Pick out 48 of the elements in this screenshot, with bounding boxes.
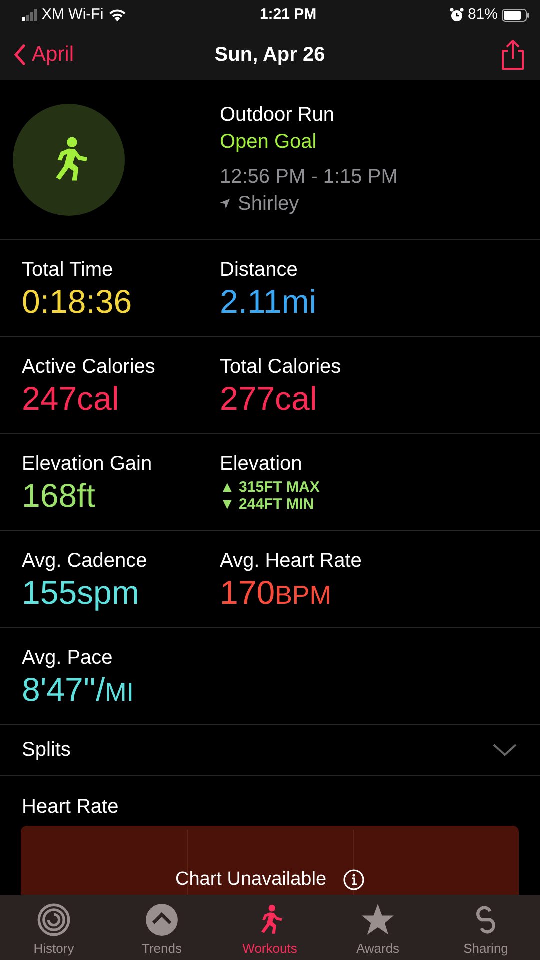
back-button[interactable]: April bbox=[14, 39, 74, 71]
battery-percent: 81% bbox=[468, 4, 498, 25]
time-range: 12:56 PM - 1:15 PM bbox=[220, 164, 398, 190]
elevation-reading: ▼ 244FT MIN bbox=[220, 496, 316, 513]
metric-value: 168ft bbox=[22, 476, 96, 516]
location-name: Shirley bbox=[238, 192, 300, 216]
metric-label: Total Calories bbox=[220, 355, 342, 379]
tab-button[interactable]: Trends bbox=[108, 895, 216, 960]
metric-value: 277cal bbox=[220, 379, 318, 419]
page-title: Sun, Apr 26 bbox=[214, 44, 326, 66]
splits-label: Splits bbox=[22, 738, 71, 763]
elevation-reading: ▲ 315FT MAX bbox=[220, 480, 321, 496]
alarm-icon bbox=[450, 8, 464, 22]
metric-value: 2.11mi bbox=[220, 282, 317, 322]
metric-label: Elevation Gain bbox=[22, 452, 154, 476]
metric-value: 8'47''/MI bbox=[22, 670, 134, 710]
metric-label: Elevation bbox=[220, 452, 304, 476]
metric-value: 0:18:36 bbox=[22, 282, 132, 322]
metric-label: Avg. Pace bbox=[22, 646, 114, 670]
metric-value: 170BPM bbox=[220, 573, 332, 613]
metric-value: 247cal bbox=[22, 379, 120, 419]
status-time: 1:21 PM bbox=[260, 6, 317, 23]
tab-button[interactable]: Sharing bbox=[432, 895, 540, 960]
chevron-left-icon bbox=[14, 44, 26, 66]
rings-icon bbox=[37, 902, 71, 936]
star-icon bbox=[361, 902, 395, 936]
battery-icon bbox=[502, 8, 530, 22]
location-arrow-icon bbox=[220, 199, 230, 209]
workout-type: Outdoor Run bbox=[220, 102, 336, 128]
signal-icon bbox=[22, 9, 38, 21]
tab-button[interactable]: Awards bbox=[324, 895, 432, 960]
metric-value: 155spm bbox=[22, 573, 140, 613]
carrier-name: XM Wi-Fi bbox=[42, 4, 104, 25]
tab-button[interactable]: History bbox=[0, 895, 108, 960]
share-icon[interactable] bbox=[500, 39, 526, 71]
chevron-up-circle-icon bbox=[145, 902, 179, 936]
workout-goal: Open Goal bbox=[220, 130, 318, 154]
chevron-down-icon[interactable] bbox=[492, 743, 518, 757]
metric-label: Active Calories bbox=[22, 355, 156, 379]
info-icon[interactable] bbox=[342, 869, 365, 892]
metric-label: Avg. Heart Rate bbox=[220, 549, 363, 573]
metric-label: Avg. Cadence bbox=[22, 549, 148, 573]
chart-message: Chart Unavailable bbox=[175, 868, 327, 892]
wifi-icon bbox=[108, 8, 127, 22]
metric-label: Distance bbox=[220, 258, 299, 282]
tab-button[interactable]: Workouts bbox=[216, 895, 324, 960]
section-title: Heart Rate bbox=[22, 796, 119, 818]
metric-label: Total Time bbox=[22, 258, 114, 282]
